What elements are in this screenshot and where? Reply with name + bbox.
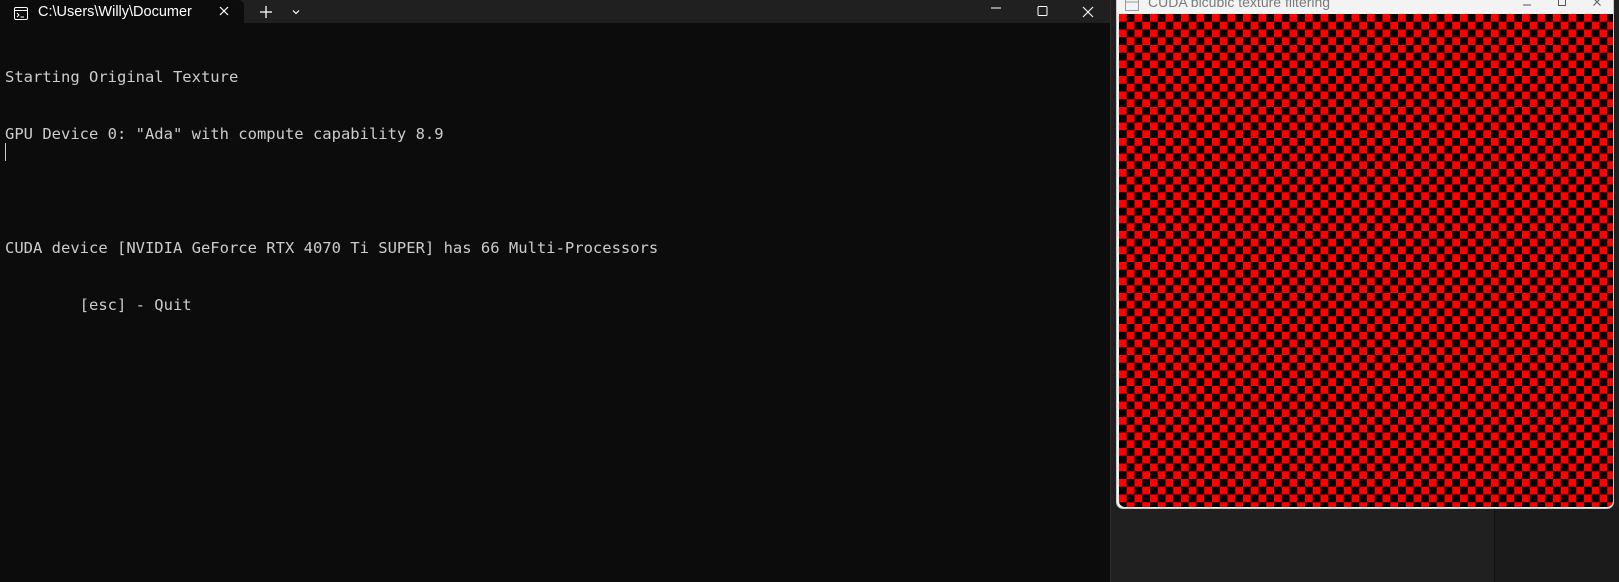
terminal-line: [esc] - Quit <box>5 296 192 314</box>
cuda-titlebar[interactable]: CUDA bicubic texture filtering <box>1117 0 1613 14</box>
plus-icon <box>260 5 272 18</box>
terminal-tab[interactable]: C:\Users\Willy\Documer <box>0 0 244 23</box>
cuda-window-title: CUDA bicubic texture filtering <box>1148 0 1331 10</box>
terminal-line: GPU Device 0: "Ada" with compute capabil… <box>5 125 444 143</box>
close-icon <box>1593 0 1601 6</box>
chevron-down-icon <box>292 9 300 14</box>
close-icon <box>1082 6 1094 17</box>
terminal-line: Starting Original Texture <box>5 68 239 86</box>
terminal-tab-title: C:\Users\Willy\Documer <box>38 3 192 20</box>
checkerboard-texture-canvas[interactable] <box>1119 14 1613 507</box>
close-button[interactable] <box>1074 0 1102 23</box>
tab-dropdown-button[interactable] <box>288 0 304 23</box>
close-tab-icon[interactable] <box>216 3 232 19</box>
background-window-edge <box>1494 508 1619 582</box>
console-icon <box>14 5 28 20</box>
maximize-icon <box>1558 0 1566 6</box>
maximize-icon <box>1037 5 1048 16</box>
terminal-output[interactable]: Starting Original Texture GPU Device 0: … <box>5 30 1085 570</box>
new-tab-button[interactable] <box>256 0 276 23</box>
minimize-icon <box>1523 4 1531 6</box>
terminal-window: C:\Users\Willy\Documer Starting Original… <box>0 0 1110 582</box>
cuda-window: CUDA bicubic texture filtering <box>1116 0 1614 509</box>
text-cursor <box>5 143 6 161</box>
cuda-minimize-button[interactable] <box>1517 0 1537 11</box>
cuda-maximize-button[interactable] <box>1552 0 1572 11</box>
minimize-button[interactable] <box>982 0 1010 23</box>
desktop: C:\Users\Willy\Documer Starting Original… <box>0 0 1619 582</box>
app-icon <box>1125 0 1139 11</box>
cuda-close-button[interactable] <box>1587 0 1607 11</box>
terminal-titlebar: C:\Users\Willy\Documer <box>0 0 1110 23</box>
minimize-icon <box>991 7 1001 8</box>
maximize-button[interactable] <box>1028 0 1056 23</box>
terminal-line: CUDA device [NVIDIA GeForce RTX 4070 Ti … <box>5 239 659 257</box>
